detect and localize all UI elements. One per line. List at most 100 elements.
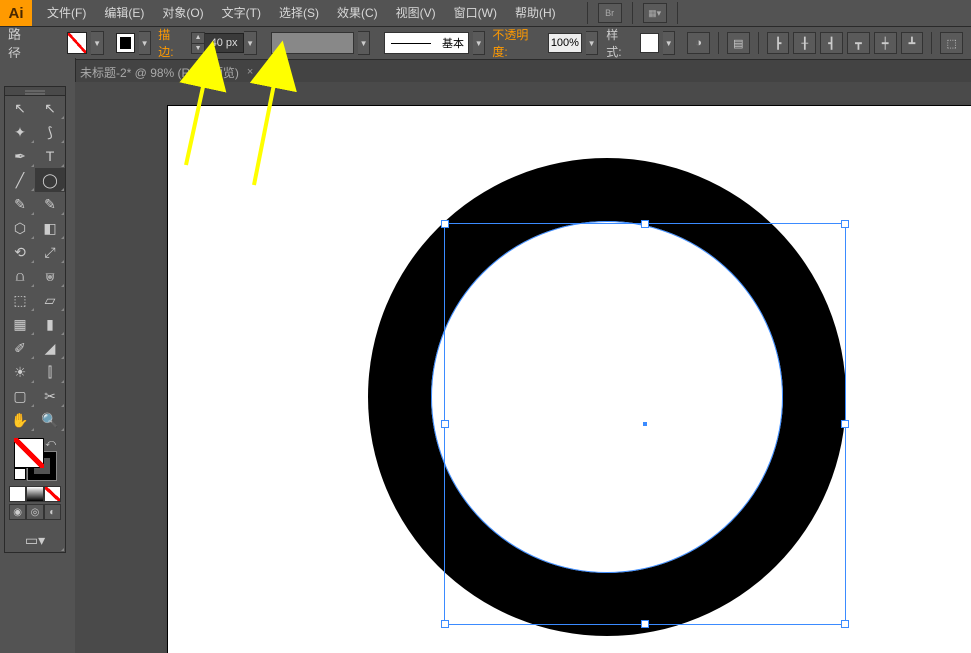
menu-effect[interactable]: 效果(C) <box>328 0 387 26</box>
direct-selection-tool[interactable]: ↖ <box>35 96 65 120</box>
separator <box>758 32 759 54</box>
stroke-label[interactable]: 描边: <box>158 26 184 60</box>
pencil-tool[interactable]: ✎ <box>35 192 65 216</box>
style-dropdown[interactable]: ▼ <box>663 31 675 55</box>
eyedropper-tool[interactable]: ✐ <box>5 336 35 360</box>
align-panel-icon[interactable]: ▤ <box>727 32 750 54</box>
align-vcenter-icon[interactable]: ┿ <box>874 32 897 54</box>
menu-file[interactable]: 文件(F) <box>38 0 95 26</box>
brush-dropdown[interactable]: ▼ <box>473 31 485 55</box>
menu-type[interactable]: 文字(T) <box>213 0 270 26</box>
swap-fill-stroke-icon[interactable]: ⤺ <box>45 438 56 449</box>
opacity-dropdown[interactable]: ▼ <box>586 31 598 55</box>
artboard[interactable] <box>168 106 971 653</box>
menu-bar: Ai 文件(F) 编辑(E) 对象(O) 文字(T) 选择(S) 效果(C) 视… <box>0 0 971 27</box>
handle-bot-right[interactable] <box>841 620 849 628</box>
handle-bot-mid[interactable] <box>641 620 649 628</box>
magic-wand-tool[interactable]: ✦ <box>5 120 35 144</box>
menu-select[interactable]: 选择(S) <box>270 0 328 26</box>
handle-mid-right[interactable] <box>841 420 849 428</box>
color-mode-icon[interactable] <box>9 486 26 502</box>
fill-swatch[interactable] <box>67 32 88 54</box>
variable-width-profile[interactable] <box>271 32 354 54</box>
arrange-docs-icon[interactable]: ▦▾ <box>643 3 667 23</box>
graphic-style-swatch[interactable] <box>640 33 659 53</box>
stroke-weight-stepper[interactable]: ▲▼ <box>191 32 205 54</box>
lasso-tool[interactable]: ⟆ <box>35 120 65 144</box>
opacity-value[interactable]: 100% <box>548 33 582 53</box>
align-right-icon[interactable]: ┫ <box>820 32 843 54</box>
selection-bounding-box[interactable] <box>444 223 846 625</box>
menu-object[interactable]: 对象(O) <box>153 0 212 26</box>
fill-dropdown[interactable]: ▼ <box>91 31 103 55</box>
align-top-icon[interactable]: ┳ <box>847 32 870 54</box>
mesh-tool[interactable]: ▦ <box>5 312 35 336</box>
stroke-weight-value[interactable]: 40 px <box>205 33 244 53</box>
eraser-tool[interactable]: ◧ <box>35 216 65 240</box>
line-tool[interactable]: ╱ <box>5 168 35 192</box>
handle-top-left[interactable] <box>441 220 449 228</box>
variable-width-dropdown[interactable]: ▼ <box>358 31 370 55</box>
opacity-label[interactable]: 不透明度: <box>492 26 540 60</box>
align-bottom-icon[interactable]: ┻ <box>901 32 924 54</box>
hand-tool[interactable]: ✋ <box>5 408 35 432</box>
fill-color-icon[interactable] <box>14 438 44 468</box>
recolor-icon[interactable]: ◑ <box>687 32 710 54</box>
bridge-icon[interactable]: Br <box>598 3 622 23</box>
gradient-tool[interactable]: ▮ <box>35 312 65 336</box>
draw-normal-icon[interactable]: ◉ <box>9 504 26 520</box>
symbol-sprayer-tool[interactable]: ☀ <box>5 360 35 384</box>
canvas-area[interactable] <box>75 82 971 653</box>
type-tool[interactable]: T <box>35 144 65 168</box>
zoom-tool[interactable]: 🔍 <box>35 408 65 432</box>
selection-tool[interactable]: ↖ <box>5 96 35 120</box>
graph-tool[interactable]: ⫿ <box>35 360 65 384</box>
draw-behind-icon[interactable]: ◎ <box>26 504 43 520</box>
default-fill-stroke-icon[interactable] <box>14 468 26 480</box>
handle-top-right[interactable] <box>841 220 849 228</box>
width-tool[interactable]: ⩍ <box>5 264 35 288</box>
scale-tool[interactable]: ⤢ <box>35 240 65 264</box>
brush-definition[interactable]: 基本 <box>384 32 469 54</box>
none-mode-icon[interactable] <box>44 486 61 502</box>
slice-tool[interactable]: ✂ <box>35 384 65 408</box>
artboard-tool[interactable]: ▢ <box>5 384 35 408</box>
rotate-tool[interactable]: ⟲ <box>5 240 35 264</box>
close-tab-icon[interactable]: × <box>247 66 253 78</box>
handle-top-mid[interactable] <box>641 220 649 228</box>
menu-help[interactable]: 帮助(H) <box>506 0 565 26</box>
pen-tool[interactable]: ✒ <box>5 144 35 168</box>
stroke-weight-dropdown[interactable]: ▼ <box>244 31 257 55</box>
paintbrush-tool[interactable]: ✎ <box>5 192 35 216</box>
handle-mid-left[interactable] <box>441 420 449 428</box>
screen-mode-icon[interactable]: ▭▾ <box>5 528 65 552</box>
fill-stroke-control[interactable]: ⤺ <box>14 438 56 480</box>
menu-window[interactable]: 窗口(W) <box>445 0 506 26</box>
align-left-icon[interactable]: ┣ <box>767 32 790 54</box>
control-bar: 路径 ▼ ▼ 描边: ▲▼ 40 px ▼ ▼ 基本 ▼ 不透明度: 100% … <box>0 27 971 60</box>
document-tab[interactable]: 未标题-2* @ 98% (RGB/预览) × <box>80 64 253 81</box>
warp-tool[interactable]: ⩐ <box>35 264 65 288</box>
stroke-dropdown[interactable]: ▼ <box>139 31 151 55</box>
transform-icon[interactable]: ⬚ <box>940 32 963 54</box>
shape-builder-tool[interactable]: ⬚ <box>5 288 35 312</box>
draw-inside-icon[interactable]: ◐ <box>44 504 61 520</box>
main-menu: 文件(F) 编辑(E) 对象(O) 文字(T) 选择(S) 效果(C) 视图(V… <box>38 0 565 26</box>
menu-view[interactable]: 视图(V) <box>387 0 445 26</box>
style-label[interactable]: 样式: <box>606 26 632 60</box>
menu-edit[interactable]: 编辑(E) <box>95 0 153 26</box>
selection-type-label: 路径 <box>8 24 33 62</box>
app-logo: Ai <box>0 0 32 26</box>
separator <box>587 2 588 24</box>
separator <box>632 2 633 24</box>
panel-grip[interactable] <box>5 87 65 96</box>
stroke-weight-field[interactable]: ▲▼ 40 px ▼ <box>191 31 257 55</box>
perspective-tool[interactable]: ▱ <box>35 288 65 312</box>
gradient-mode-icon[interactable] <box>26 486 43 502</box>
handle-bot-left[interactable] <box>441 620 449 628</box>
measure-tool[interactable]: ◢ <box>35 336 65 360</box>
blob-brush-tool[interactable]: ⬡ <box>5 216 35 240</box>
stroke-swatch[interactable] <box>116 33 135 53</box>
align-hcenter-icon[interactable]: ╂ <box>793 32 816 54</box>
ellipse-tool[interactable]: ◯ <box>35 168 65 192</box>
